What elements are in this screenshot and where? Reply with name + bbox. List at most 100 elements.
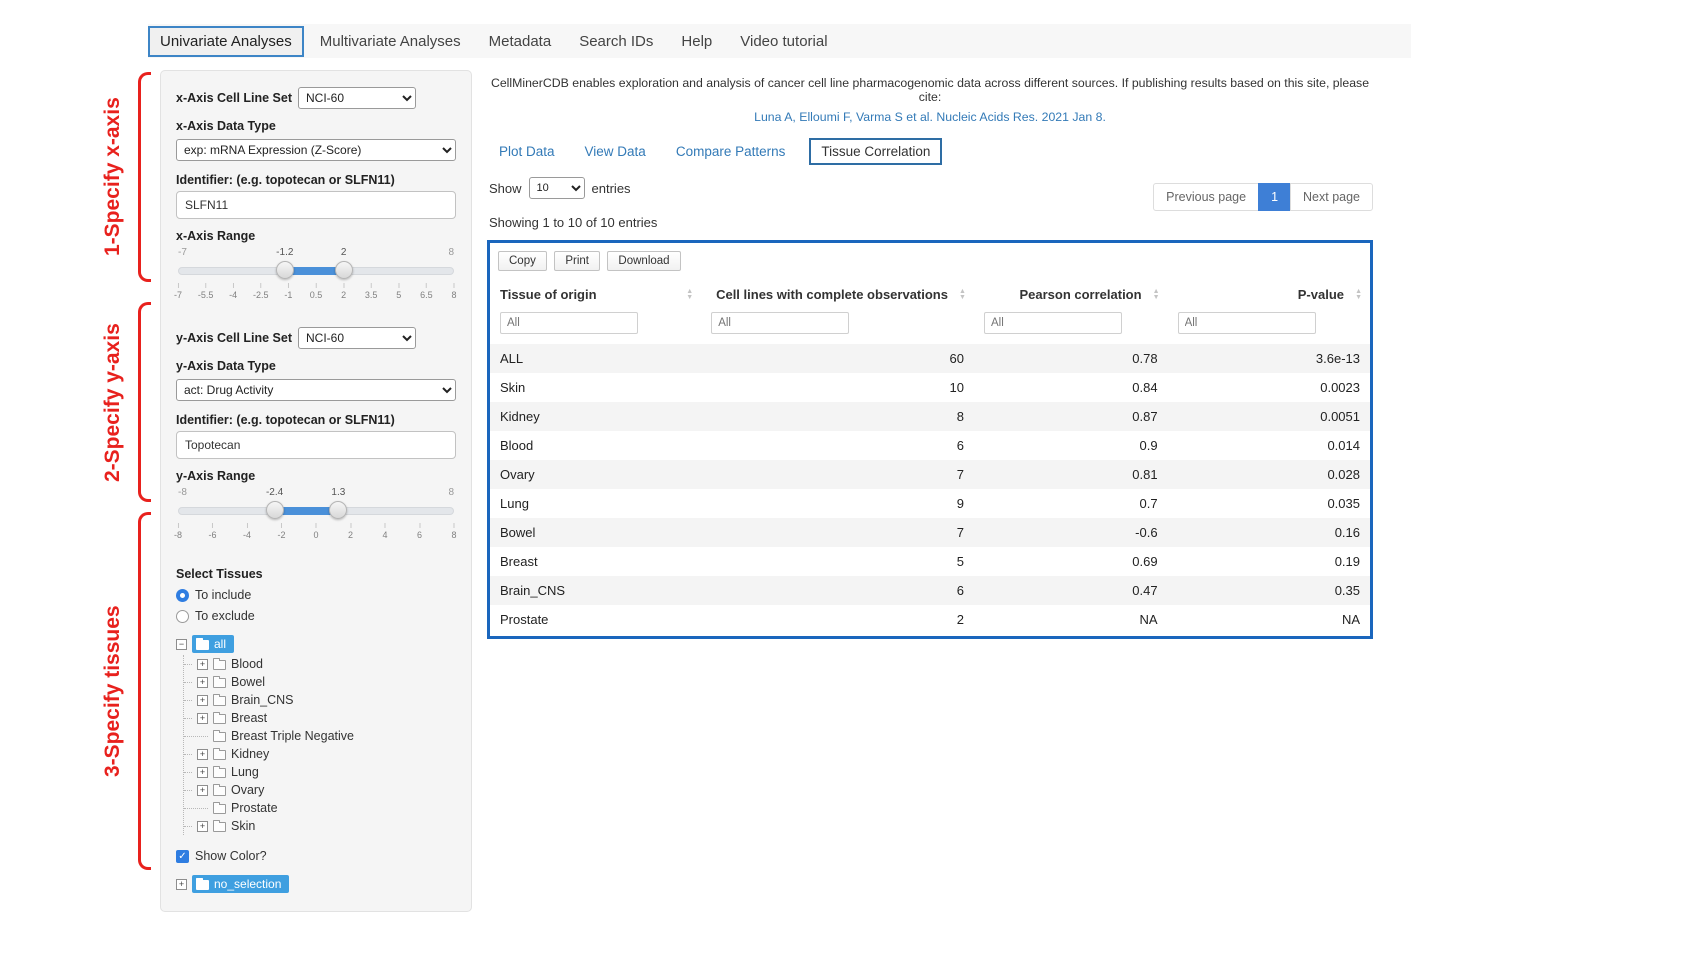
tab-search-ids[interactable]: Search IDs — [567, 26, 665, 57]
tab-tissue-correlation[interactable]: Tissue Correlation — [809, 138, 942, 165]
cell-n: 10 — [701, 373, 974, 402]
tree-node-breast[interactable]: Breast — [188, 709, 456, 727]
cell-r: 0.9 — [974, 431, 1168, 460]
tick-label: -4 — [229, 290, 237, 300]
tree-node-brain-cns[interactable]: Brain_CNS — [188, 691, 456, 709]
x-identifier-input[interactable] — [176, 191, 456, 219]
expand-icon[interactable] — [176, 879, 187, 890]
tick-label: -1 — [284, 290, 292, 300]
expand-icon[interactable] — [197, 749, 208, 760]
column-header-label: Cell lines with complete observations — [716, 287, 948, 302]
x-data-type-select[interactable]: exp: mRNA Expression (Z-Score) — [176, 139, 456, 161]
expand-icon[interactable] — [197, 785, 208, 796]
tree-node-label: Blood — [231, 657, 263, 671]
to-include-radio[interactable]: To include — [176, 588, 456, 602]
page-1-button[interactable]: 1 — [1258, 183, 1291, 211]
sort-icon[interactable] — [1153, 289, 1160, 301]
annotation-specify-x-axis: 1-Specify x-axis — [96, 72, 130, 282]
x-axis-range-slider[interactable]: -7 -1.2 2 8 -7 -5.5 -4 -2.5 -1 0.5 2 3.5… — [178, 247, 454, 305]
cell-n: 60 — [701, 344, 974, 373]
tree-node-breast-triple-negative[interactable]: Breast Triple Negative — [188, 727, 456, 745]
slider-grid: -7 -5.5 -4 -2.5 -1 0.5 2 3.5 5 6.5 8 — [178, 283, 454, 303]
y-identifier-input[interactable] — [176, 431, 456, 459]
copy-button[interactable]: Copy — [498, 251, 547, 271]
x-slider-handle-low[interactable] — [276, 261, 294, 279]
column-header-cell-lines[interactable]: Cell lines with complete observations — [701, 279, 974, 310]
filter-p-value-input[interactable] — [1178, 312, 1316, 334]
expand-icon[interactable] — [197, 659, 208, 670]
filter-cell-lines-input[interactable] — [711, 312, 849, 334]
tree-node-prostate[interactable]: Prostate — [188, 799, 456, 817]
tree-node-skin[interactable]: Skin — [188, 817, 456, 835]
tree-node-ovary[interactable]: Ovary — [188, 781, 456, 799]
column-header-tissue-of-origin[interactable]: Tissue of origin — [490, 279, 701, 310]
tree-node-no-selection[interactable]: no_selection — [192, 875, 289, 893]
expand-icon[interactable] — [197, 767, 208, 778]
showing-entries-text: Showing 1 to 10 of 10 entries — [489, 215, 1373, 230]
column-header-pearson-correlation[interactable]: Pearson correlation — [974, 279, 1168, 310]
table-row: Ovary 7 0.81 0.028 — [490, 460, 1370, 489]
tree-node-bowel[interactable]: Bowel — [188, 673, 456, 691]
cell-r: NA — [974, 605, 1168, 634]
cell-tissue: ALL — [490, 344, 701, 373]
tick-label: 4 — [382, 530, 387, 540]
tree-node-blood[interactable]: Blood — [188, 655, 456, 673]
y-axis-range-slider[interactable]: -8 -2.4 1.3 8 -8 -6 -4 -2 0 2 4 6 8 — [178, 487, 454, 545]
tab-compare-patterns[interactable]: Compare Patterns — [676, 144, 786, 159]
entries-select[interactable]: 10 — [529, 177, 585, 199]
tree-node-kidney[interactable]: Kidney — [188, 745, 456, 763]
tab-view-data[interactable]: View Data — [585, 144, 646, 159]
tab-multivariate-analyses[interactable]: Multivariate Analyses — [308, 26, 473, 57]
next-page-button[interactable]: Next page — [1290, 183, 1373, 211]
tab-video-tutorial[interactable]: Video tutorial — [728, 26, 839, 57]
x-slider-handle-high[interactable] — [335, 261, 353, 279]
download-button[interactable]: Download — [607, 251, 680, 271]
expand-icon[interactable] — [197, 677, 208, 688]
tab-plot-data[interactable]: Plot Data — [499, 144, 555, 159]
x-cell-line-set-select[interactable]: NCI-60 — [298, 87, 416, 109]
filter-tissue-input[interactable] — [500, 312, 638, 334]
expand-icon[interactable] — [197, 821, 208, 832]
to-exclude-radio[interactable]: To exclude — [176, 609, 456, 623]
print-button[interactable]: Print — [554, 251, 600, 271]
sort-icon[interactable] — [686, 289, 693, 301]
cell-p: 0.0051 — [1168, 402, 1370, 431]
x-cell-line-set-label: x-Axis Cell Line Set — [176, 91, 292, 105]
show-label: Show — [489, 181, 522, 196]
sort-icon[interactable] — [959, 289, 966, 301]
folder-icon — [213, 678, 226, 688]
no-selection-tree: no_selection — [176, 873, 456, 895]
cell-tissue: Ovary — [490, 460, 701, 489]
annotation-bracket-y — [138, 302, 151, 502]
tab-help[interactable]: Help — [669, 26, 724, 57]
tick-label: -2.5 — [253, 290, 269, 300]
table-row: Prostate 2 NA NA — [490, 605, 1370, 634]
filter-pearson-input[interactable] — [984, 312, 1122, 334]
citation-link[interactable]: Luna A, Elloumi F, Varma S et al. Nuclei… — [487, 110, 1373, 124]
tab-univariate-analyses[interactable]: Univariate Analyses — [148, 26, 304, 57]
tree-node-lung[interactable]: Lung — [188, 763, 456, 781]
expand-icon[interactable] — [197, 695, 208, 706]
folder-icon — [213, 822, 226, 832]
expand-icon[interactable] — [197, 713, 208, 724]
sort-icon[interactable] — [1355, 289, 1362, 301]
collapse-icon[interactable] — [176, 639, 187, 650]
show-color-checkbox[interactable]: Show Color? — [176, 849, 456, 863]
x-identifier-label: Identifier: (e.g. topotecan or SLFN11) — [176, 173, 456, 187]
y-slider-handle-low[interactable] — [266, 501, 284, 519]
column-header-p-value[interactable]: P-value — [1168, 279, 1370, 310]
y-data-type-select[interactable]: act: Drug Activity — [176, 379, 456, 401]
y-cell-line-set-select[interactable]: NCI-60 — [298, 327, 416, 349]
previous-page-button[interactable]: Previous page — [1153, 183, 1259, 211]
y-slider-handle-high[interactable] — [329, 501, 347, 519]
tree-node-label: Breast Triple Negative — [231, 729, 354, 743]
cell-n: 9 — [701, 489, 974, 518]
x-slider-high-value: 2 — [341, 247, 347, 258]
radio-selected-icon — [176, 589, 189, 602]
entries-label: entries — [592, 181, 631, 196]
tab-metadata[interactable]: Metadata — [477, 26, 564, 57]
folder-icon — [213, 768, 226, 778]
cell-r: 0.69 — [974, 547, 1168, 576]
table-row: Blood 6 0.9 0.014 — [490, 431, 1370, 460]
tree-node-all[interactable]: all — [192, 635, 234, 653]
